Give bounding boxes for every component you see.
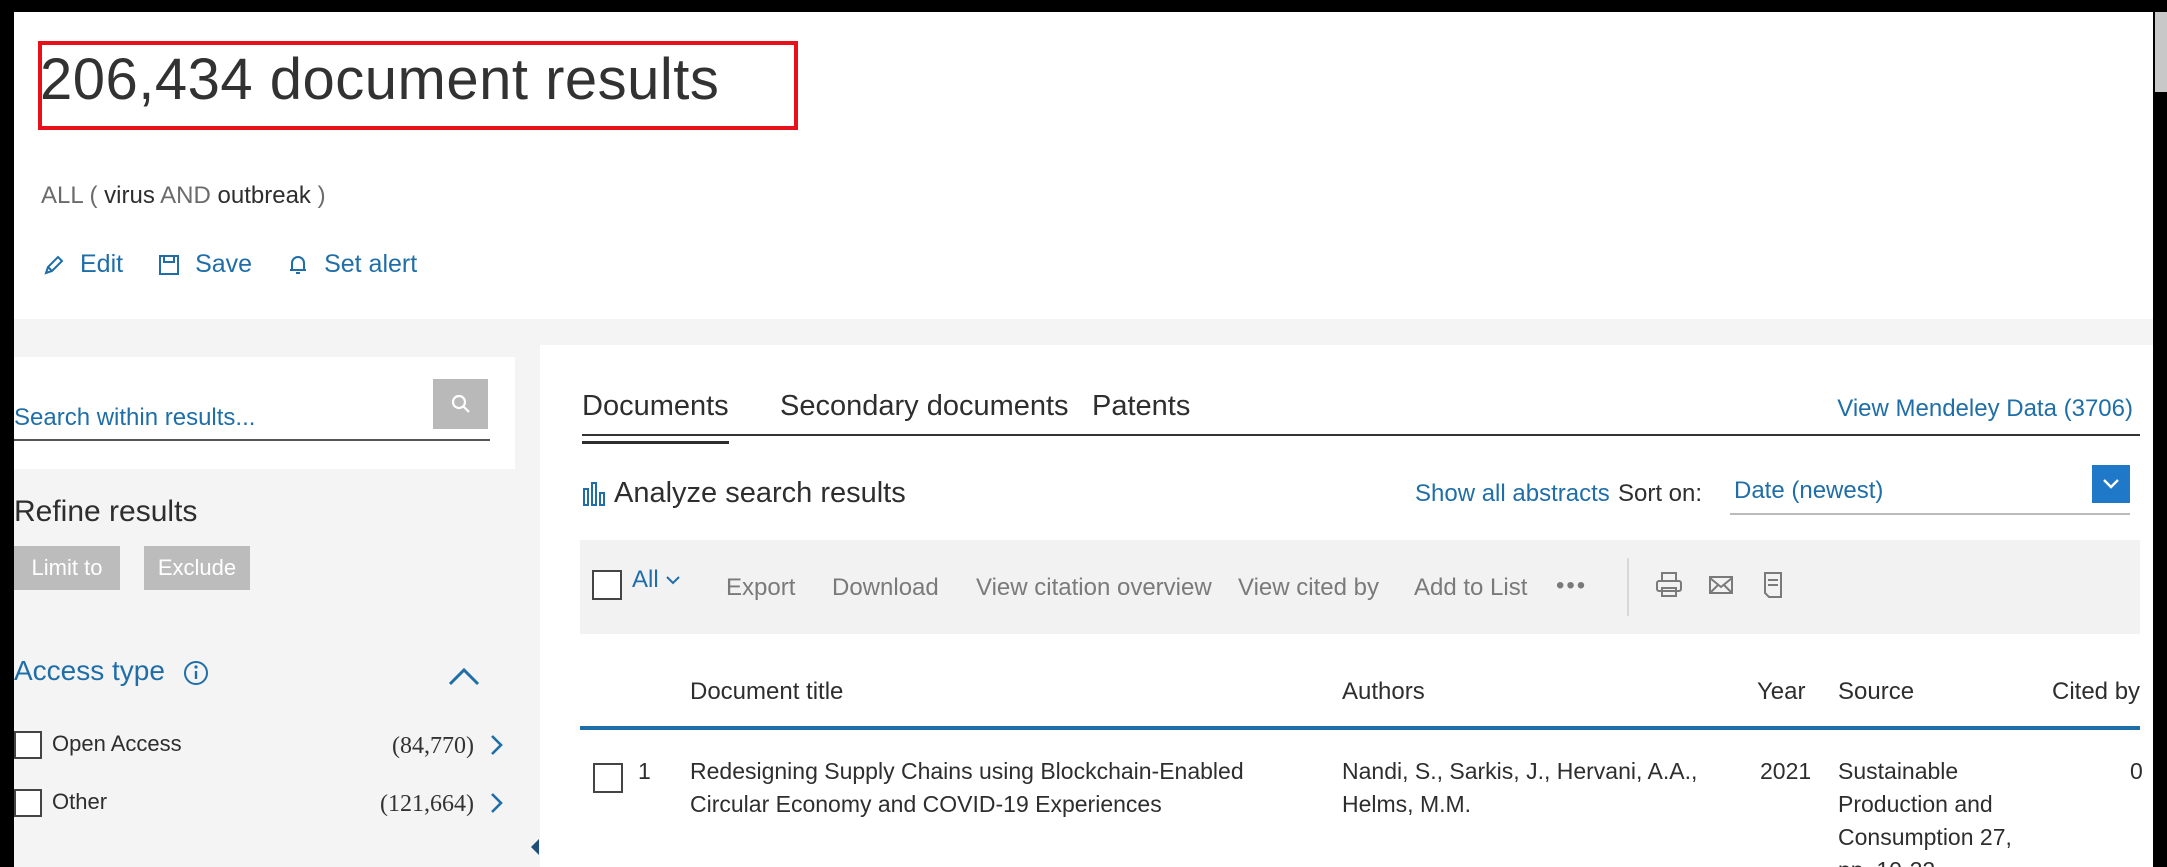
year-value: 2021 xyxy=(1760,758,1812,784)
highlight-box xyxy=(38,41,798,130)
refine-results-heading: Refine results xyxy=(14,495,198,528)
chevron-right-icon[interactable] xyxy=(490,791,504,815)
facet-label: Other xyxy=(52,789,108,814)
analyze-search-results-link[interactable]: Analyze search results xyxy=(582,477,906,510)
facet-label: Open Access xyxy=(52,731,182,756)
column-authors[interactable]: Authors xyxy=(1342,678,1425,706)
sort-value: Date (newest) xyxy=(1734,477,1884,504)
view-citation-overview-button[interactable]: View citation overview xyxy=(976,574,1212,602)
download-button[interactable]: Download xyxy=(832,574,939,602)
source-link[interactable]: Sustainable Production and Consumption 2… xyxy=(1838,755,2028,867)
more-options-button[interactable]: ••• xyxy=(1556,572,1587,600)
facet-option-open-access: Open Access (84,770) xyxy=(14,729,504,765)
select-all-dropdown[interactable]: All xyxy=(632,566,681,594)
query-term: outbreak xyxy=(217,182,311,209)
tab-documents[interactable]: Documents xyxy=(582,390,729,444)
search-query: ALL ( virus AND outbreak ) xyxy=(41,182,326,210)
table-row: 1 Redesigning Supply Chains using Blockc… xyxy=(580,755,2143,867)
set-alert-label: Set alert xyxy=(324,250,418,278)
access-type-facet-header[interactable]: Access type xyxy=(14,655,504,705)
results-toolbar: All Export Download View citation overvi… xyxy=(580,540,2140,634)
search-button[interactable] xyxy=(433,379,488,429)
set-alert-button[interactable]: Set alert xyxy=(286,250,417,279)
edit-button[interactable]: Edit xyxy=(42,250,123,279)
chevron-down-icon xyxy=(665,576,680,585)
sort-label: Sort on: xyxy=(1618,480,1703,507)
authors-link[interactable]: Nandi, S., Sarkis, J., Hervani, A.A., He… xyxy=(1342,755,1742,821)
document-title-link[interactable]: Redesigning Supply Chains using Blockcha… xyxy=(690,755,1290,821)
view-mendeley-data-link[interactable]: View Mendeley Data (3706) xyxy=(1837,395,2133,423)
export-button[interactable]: Export xyxy=(726,574,795,602)
tab-secondary-documents[interactable]: Secondary documents xyxy=(780,390,1069,423)
chevron-up-icon[interactable] xyxy=(447,665,481,687)
scopus-screen: 206,434 document results ALL ( virus AND… xyxy=(14,12,2153,867)
exclude-button[interactable]: Exclude xyxy=(144,546,250,590)
row-checkbox[interactable] xyxy=(593,763,623,793)
add-to-list-button[interactable]: Add to List xyxy=(1414,574,1527,602)
column-year[interactable]: Year xyxy=(1757,678,1806,706)
cited-by-count: 0 xyxy=(2130,758,2143,784)
access-type-title: Access type xyxy=(14,655,165,686)
save-button[interactable]: Save xyxy=(157,250,252,279)
select-all-checkbox[interactable] xyxy=(592,570,622,600)
chevron-right-icon[interactable] xyxy=(490,733,504,757)
all-label: All xyxy=(632,566,659,593)
column-document-title[interactable]: Document title xyxy=(690,678,843,706)
search-within-panel xyxy=(14,357,515,469)
open-access-checkbox[interactable] xyxy=(14,731,42,759)
toolbar-divider xyxy=(1627,558,1629,616)
bell-icon xyxy=(290,255,307,274)
pdf-icon[interactable] xyxy=(1758,570,1788,600)
query-term: virus xyxy=(104,182,155,209)
save-label: Save xyxy=(195,250,253,278)
scrollbar-thumb[interactable] xyxy=(2155,12,2167,92)
search-icon xyxy=(451,394,470,413)
view-cited-by-button[interactable]: View cited by xyxy=(1238,574,1379,602)
info-icon[interactable] xyxy=(182,659,210,687)
query-suffix: ) xyxy=(317,182,326,209)
show-all-abstracts-link[interactable]: Show all abstracts xyxy=(1415,480,1610,508)
sort-dropdown[interactable]: Date (newest) xyxy=(1730,465,2130,515)
query-prefix: ALL ( xyxy=(41,182,98,209)
facet-count: (121,664) xyxy=(380,791,474,817)
query-actions: Edit Save Set alert xyxy=(42,250,417,279)
edit-label: Edit xyxy=(80,250,124,278)
query-operator: AND xyxy=(160,182,211,209)
analyze-label: Analyze search results xyxy=(614,477,906,509)
print-icon[interactable] xyxy=(1654,570,1684,600)
column-source[interactable]: Source xyxy=(1838,678,1914,706)
results-header: 206,434 document results ALL ( virus AND… xyxy=(14,12,2153,319)
chevron-down-icon xyxy=(2092,465,2130,503)
row-number: 1 xyxy=(638,758,651,784)
other-checkbox[interactable] xyxy=(14,789,42,817)
save-icon xyxy=(159,254,180,275)
facet-option-other: Other (121,664) xyxy=(14,787,504,823)
results-table-header: Document title Authors Year Source Cited… xyxy=(580,668,2140,730)
results-panel: Documents Secondary documents Patents Vi… xyxy=(540,345,2153,867)
email-icon[interactable] xyxy=(1706,570,1736,600)
column-cited-by[interactable]: Cited by xyxy=(2052,678,2140,706)
tab-patents[interactable]: Patents xyxy=(1092,390,1190,423)
limit-to-button[interactable]: Limit to xyxy=(14,546,120,590)
bar-chart-icon xyxy=(583,481,605,506)
search-within-input[interactable] xyxy=(14,397,490,441)
pencil-icon xyxy=(44,255,64,275)
facet-count: (84,770) xyxy=(392,733,474,759)
